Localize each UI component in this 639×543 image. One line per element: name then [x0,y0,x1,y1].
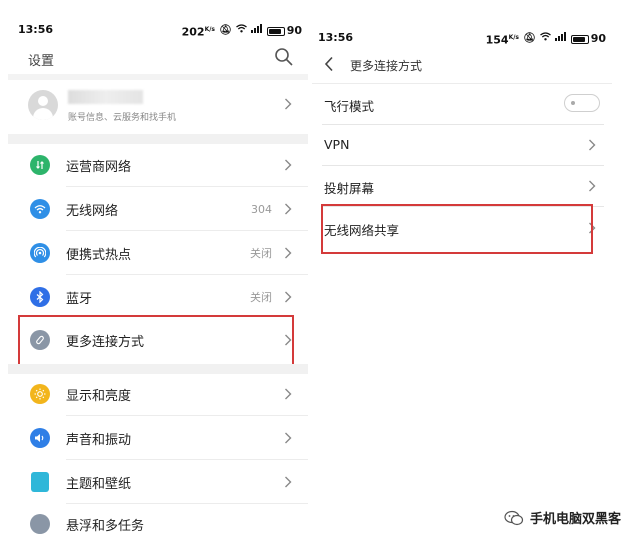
more-connections-screen: 13:56 154K/s 🔕︎ 90 更多连接方式 飞行模式 VPN 投射屏幕 … [312,0,612,543]
chevron-right-icon [285,203,292,215]
item-label: 飞行模式 [324,99,375,114]
highlight-box [321,204,593,254]
settings-item-carrier-network[interactable]: 运营商网络 [8,143,308,187]
item-label: 投射屏幕 [324,181,375,196]
signal-icon [250,21,263,41]
settings-item-label: 显示和亮度 [66,388,132,404]
battery-icon: 90 [570,29,606,49]
settings-item-label: 便携式热点 [66,247,132,263]
item-label: VPN [324,137,350,152]
watermark-text: 手机电脑双黑客 [529,512,621,527]
chevron-right-icon [589,139,596,151]
settings-item-sound[interactable]: 声音和振动 [8,416,308,460]
mute-icon: 🔕︎ [218,25,232,37]
network-speed-unit: K/s [204,26,215,33]
page-title: 更多连接方式 [350,59,423,73]
settings-item-hotspot[interactable]: 便携式热点 关闭 [8,231,308,275]
wechat-icon [504,510,524,525]
network-speed-value: 202 [181,25,205,39]
settings-item-display[interactable]: 显示和亮度 [8,372,308,416]
chevron-right-icon [285,388,292,400]
hotspot-icon [30,243,50,263]
settings-item-label: 悬浮和多任务 [66,519,145,534]
wifi-icon [30,199,50,219]
search-icon[interactable] [274,47,294,67]
status-time: 13:56 [318,31,354,44]
signal-icon [554,29,567,49]
back-arrow-icon[interactable] [324,56,334,72]
page-title: 设置 [28,54,55,69]
float-icon [30,514,50,534]
account-row[interactable]: 账号信息、云服务和找手机 [8,80,308,136]
theme-icon [31,472,49,492]
chevron-right-icon [285,98,292,110]
settings-item-value: 304 [251,202,272,216]
account-name-blurred [68,90,143,104]
settings-item-label: 主题和壁纸 [66,476,132,492]
settings-item-value: 关闭 [250,291,272,304]
highlight-box [18,315,294,366]
sim-card-icon [30,155,50,175]
settings-item-label: 无线网络 [66,203,119,219]
network-speed-unit: K/s [508,34,519,41]
settings-item-value: 关闭 [250,247,272,260]
item-screen-cast[interactable]: 投射屏幕 [312,166,612,207]
sound-icon [30,428,50,448]
brightness-icon [30,384,50,404]
network-speed: 202K/s [182,20,215,43]
status-bar: 13:56 154K/s 🔕︎ 90 [312,28,612,48]
settings-item-float[interactable]: 悬浮和多任务 [8,504,308,543]
chevron-right-icon [285,291,292,303]
chevron-right-icon [285,159,292,171]
battery-level: 90 [286,24,302,38]
settings-item-label: 声音和振动 [66,432,132,448]
chevron-right-icon [285,247,292,259]
wifi-status-icon [235,21,247,41]
settings-item-label: 运营商网络 [66,159,132,175]
network-speed: 154K/s [486,28,519,51]
bluetooth-icon [30,287,50,307]
item-airplane-mode[interactable]: 飞行模式 [312,84,612,125]
airplane-mode-toggle[interactable] [564,94,600,112]
settings-item-theme[interactable]: 主题和壁纸 [8,460,308,504]
settings-item-bluetooth[interactable]: 蓝牙 关闭 [8,275,308,319]
network-speed-value: 154 [485,33,509,47]
battery-icon: 90 [266,21,302,41]
watermark: 手机电脑双黑客 [504,508,621,527]
status-time: 13:56 [18,23,54,36]
avatar [28,90,58,120]
mute-icon: 🔕︎ [522,33,536,45]
account-subtitle: 账号信息、云服务和找手机 [68,113,177,123]
settings-screen: 13:56 202K/s 🔕︎ 90 设置 账号信息、云服务和找手机 运营商网络… [8,0,308,543]
chevron-right-icon [285,476,292,488]
battery-level: 90 [590,32,606,46]
item-vpn[interactable]: VPN [312,125,612,166]
chevron-right-icon [589,180,596,192]
status-bar: 13:56 202K/s 🔕︎ 90 [8,20,308,40]
wifi-status-icon [539,29,551,49]
chevron-right-icon [285,432,292,444]
settings-item-wifi[interactable]: 无线网络 304 [8,187,308,231]
settings-item-label: 蓝牙 [66,291,93,307]
